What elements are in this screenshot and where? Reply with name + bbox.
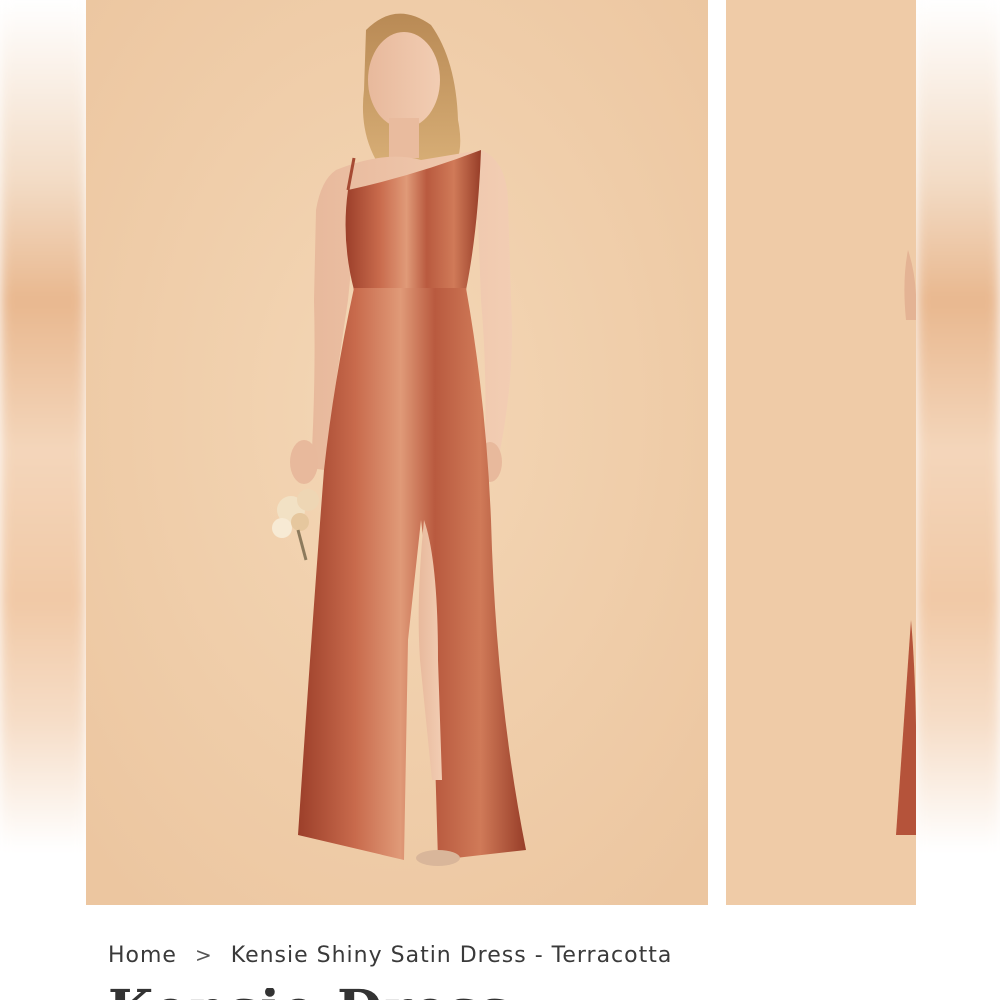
main-product-image[interactable] — [86, 0, 708, 905]
blurred-backdrop-left — [0, 0, 86, 1000]
dress-model-illustration — [86, 0, 708, 905]
blurred-backdrop-right — [916, 0, 1000, 1000]
product-page: Home > Kensie Shiny Satin Dress - Terrac… — [86, 0, 916, 1000]
breadcrumb-current-page: Kensie Shiny Satin Dress - Terracotta — [230, 942, 673, 968]
breadcrumb-separator: > — [194, 943, 213, 967]
product-title: Kensie Dress — [108, 988, 511, 1000]
breadcrumb: Home > Kensie Shiny Satin Dress - Terrac… — [108, 940, 672, 970]
image-gallery[interactable] — [86, 0, 916, 905]
breadcrumb-home-link[interactable]: Home — [108, 943, 177, 968]
dress-partial-illustration — [726, 0, 916, 905]
secondary-product-image[interactable] — [726, 0, 916, 905]
product-title-text: Kensie Dress — [108, 988, 511, 1000]
